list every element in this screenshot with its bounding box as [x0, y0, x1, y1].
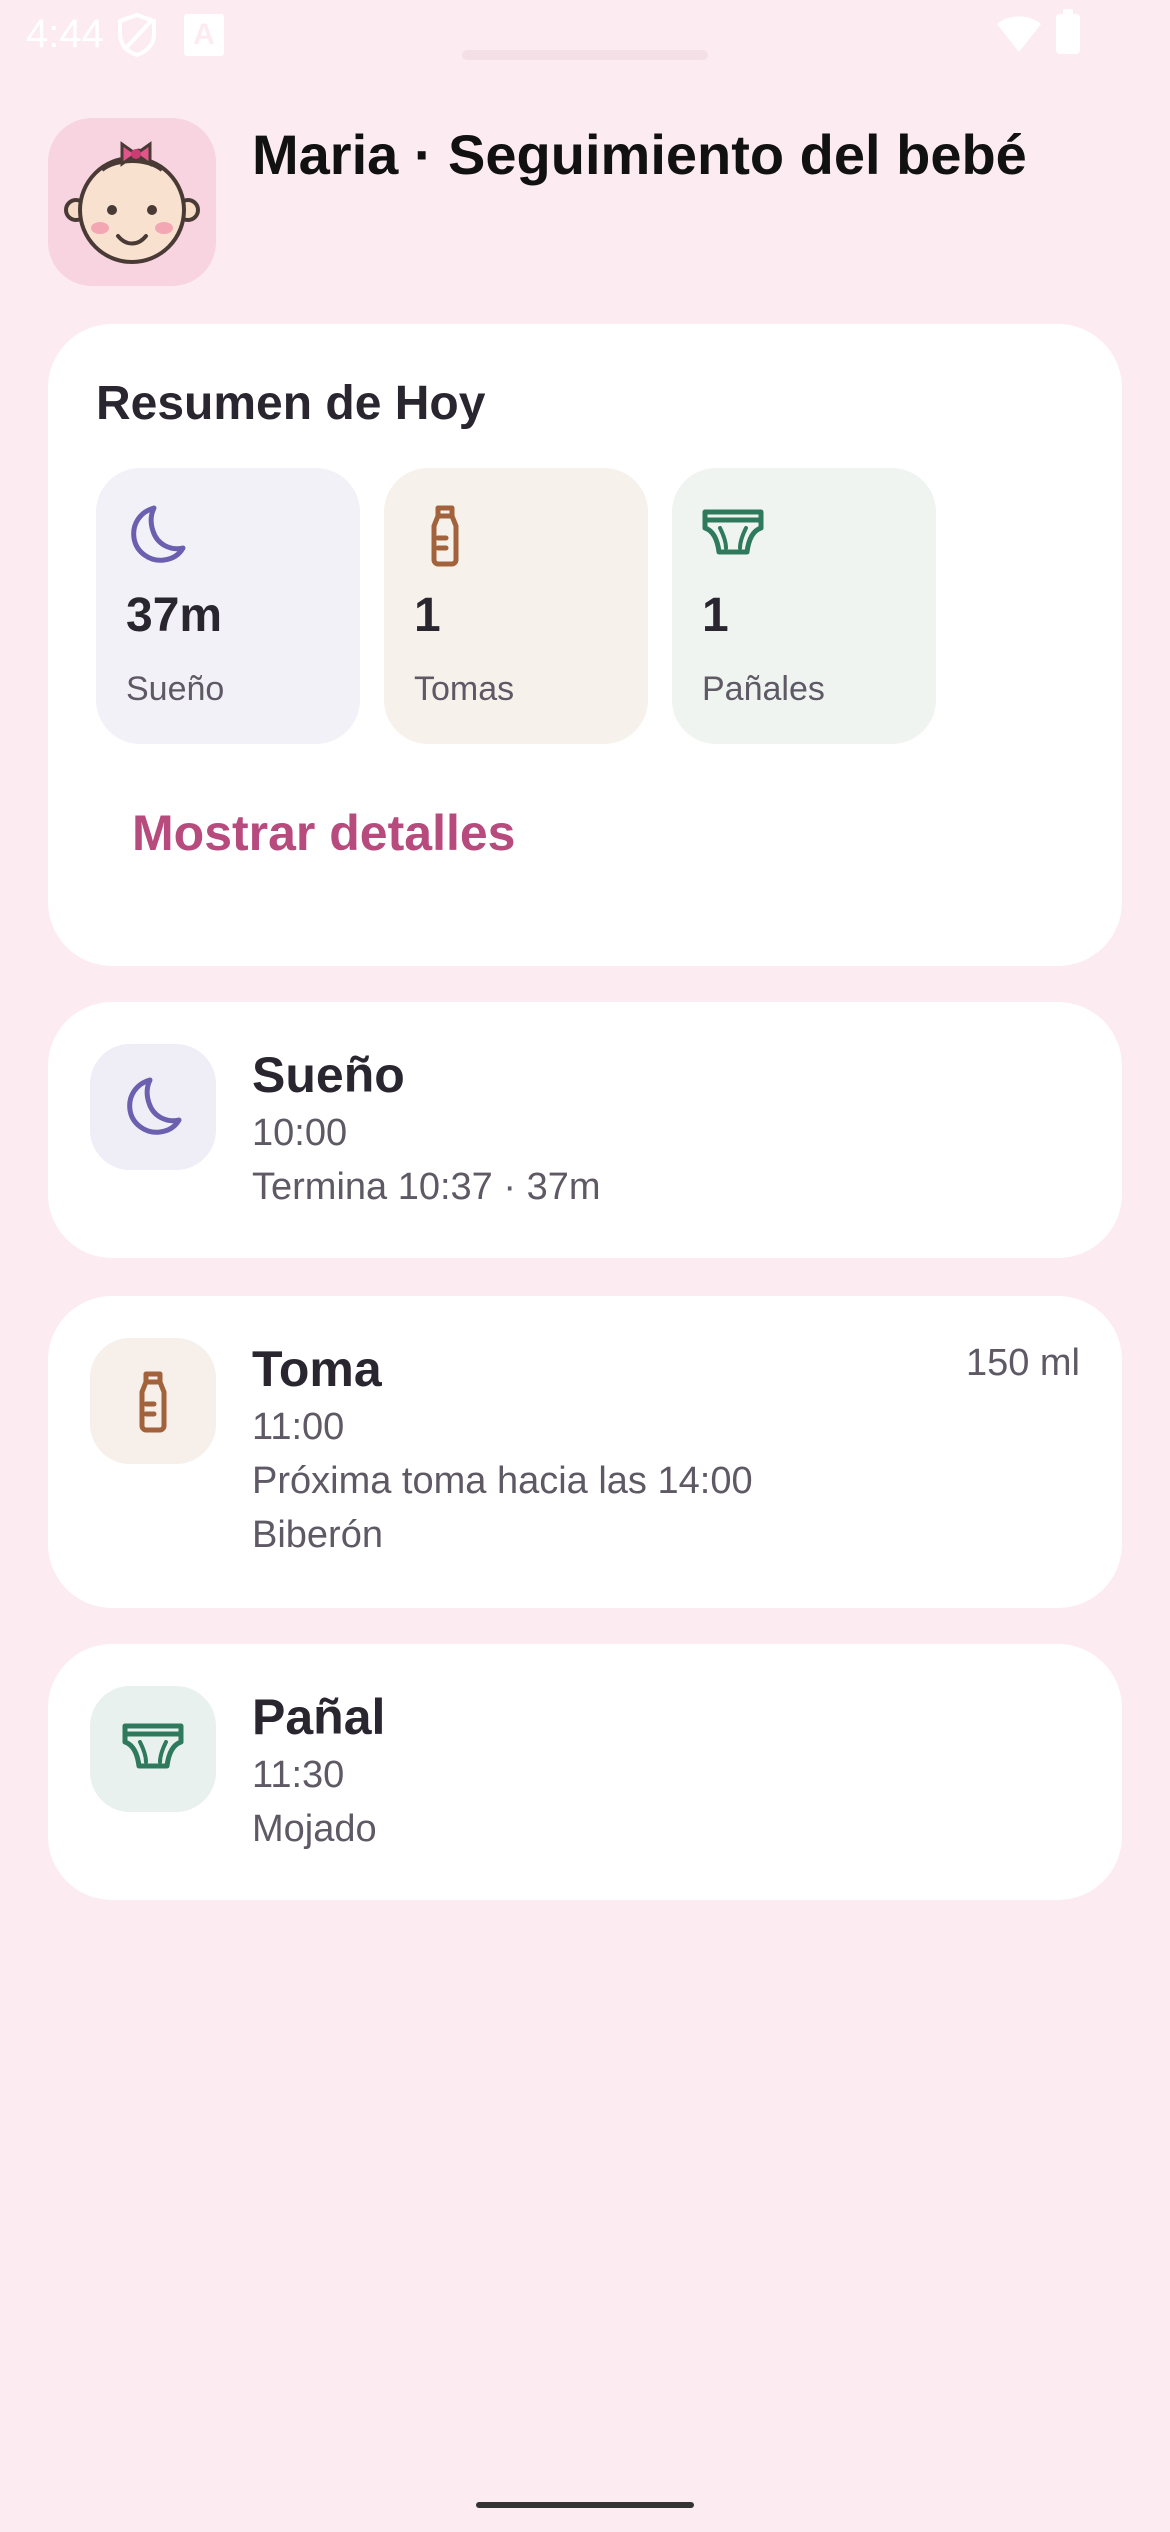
app-notification-icon: A [184, 14, 224, 56]
moon-icon [127, 1077, 182, 1135]
event-card-diaper[interactable]: Pañal 11:30 Mojado [48, 1644, 1122, 1900]
event-icon-box [90, 1686, 216, 1812]
event-time: 10:00 [252, 1112, 348, 1154]
feeds-count-label: Tomas [414, 670, 515, 708]
home-indicator[interactable] [476, 2502, 694, 2508]
event-detail: Termina 10:37 · 37m [252, 1166, 601, 1208]
summary-tile-sleep[interactable]: 37m Sueño [96, 468, 360, 744]
show-details-button[interactable]: Mostrar detalles [104, 794, 543, 872]
event-title: Pañal [252, 1689, 386, 1745]
diaper-icon [122, 1723, 184, 1769]
battery-icon [1056, 9, 1080, 54]
bottle-icon [139, 1371, 167, 1433]
event-title: Toma [252, 1341, 382, 1397]
summary-tile-diapers[interactable]: 1 Pañales [672, 468, 936, 744]
event-time: 11:00 [252, 1406, 345, 1448]
sleep-total-value: 37m [126, 589, 223, 642]
event-detail: Biberón [252, 1514, 383, 1556]
shield-icon [118, 12, 156, 58]
event-detail: Mojado [252, 1808, 377, 1850]
feed-amount: 150 ml [965, 1342, 1080, 1384]
screen: 4:44 A Maria · Seguimiento del bebé Resu… [0, 0, 1170, 2532]
baby-avatar[interactable] [48, 118, 216, 286]
today-summary-card: Resumen de Hoy 37m Sueño 1 Tomas 1 Pañal… [48, 324, 1122, 966]
sleep-total-label: Sueño [126, 670, 225, 708]
diapers-count-label: Pañales [702, 670, 825, 708]
summary-title: Resumen de Hoy [96, 377, 486, 430]
status-bar: 4:44 A [0, 0, 1170, 72]
feeds-count-value: 1 [414, 589, 441, 642]
drag-handle [462, 50, 708, 60]
event-icon-box [90, 1044, 216, 1170]
page-title: Maria · Seguimiento del bebé [252, 123, 1027, 186]
bottle-icon [431, 505, 459, 567]
baby-face-icon [64, 141, 200, 264]
summary-tile-feeds[interactable]: 1 Tomas [384, 468, 648, 744]
moon-icon [131, 505, 186, 563]
status-time: 4:44 [26, 12, 104, 56]
event-time: 11:30 [252, 1754, 345, 1796]
event-card-feed[interactable]: Toma 150 ml 11:00 Próxima toma hacia las… [48, 1296, 1122, 1608]
diaper-icon [702, 509, 764, 555]
event-card-sleep[interactable]: Sueño 10:00 Termina 10:37 · 37m [48, 1002, 1122, 1258]
event-icon-box [90, 1338, 216, 1464]
event-detail: Próxima toma hacia las 14:00 [252, 1460, 753, 1502]
event-title: Sueño [252, 1047, 405, 1103]
wifi-icon [997, 16, 1041, 52]
header: Maria · Seguimiento del bebé [48, 118, 1122, 288]
diapers-count-value: 1 [702, 589, 729, 642]
